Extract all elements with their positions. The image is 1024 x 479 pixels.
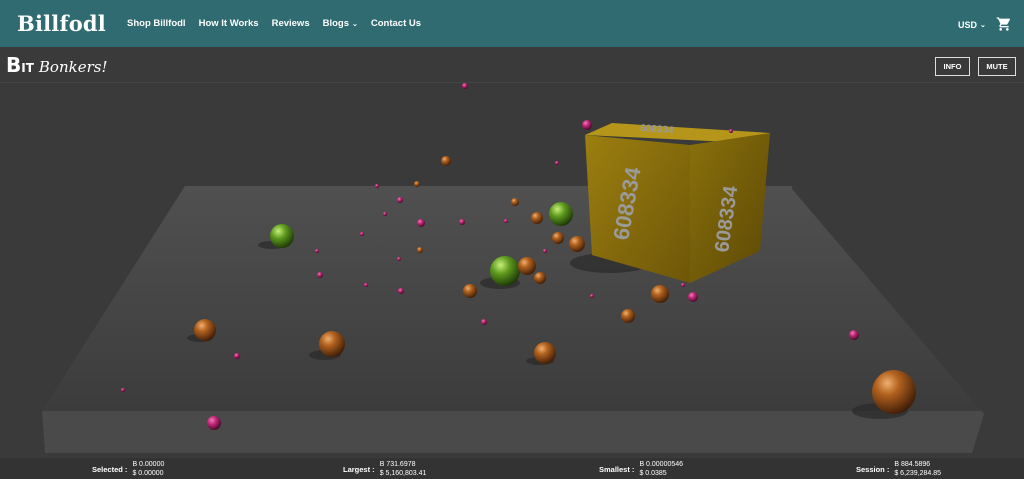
green-ball: [490, 256, 520, 286]
stat-label: Selected :: [92, 464, 128, 474]
magenta-ball: [543, 249, 547, 253]
magenta-ball: [375, 184, 379, 188]
bronze-ball: [441, 156, 451, 166]
magenta-ball: [582, 120, 592, 130]
bronze-ball: [531, 212, 543, 224]
magenta-ball: [397, 257, 401, 261]
billfodl-logo[interactable]: Billfodl: [17, 11, 106, 36]
floor-front: [42, 411, 985, 453]
magenta-ball: [317, 272, 323, 278]
magenta-ball: [462, 83, 468, 89]
bronze-ball: [621, 309, 635, 323]
stat-label: Largest :: [343, 464, 375, 474]
mute-button[interactable]: MUTE: [978, 57, 1016, 76]
stat-session: Session : B 884.5896 $ 6,239,284.85: [856, 460, 941, 478]
magenta-ball: [459, 219, 465, 225]
game-canvas[interactable]: 608334 608334 608334: [0, 83, 1024, 458]
stat-btc: B 731.6978: [379, 461, 416, 468]
stat-smallest: Smallest : B 0.00000546 $ 0.0385: [599, 460, 683, 478]
nav-contact-us[interactable]: Contact Us: [371, 18, 421, 29]
shopping-cart-icon[interactable]: [996, 16, 1012, 32]
btc-cube[interactable]: 608334 608334 608334: [585, 123, 770, 283]
nav-blogs[interactable]: Blogs ⌄: [323, 18, 358, 29]
nav-label: Blogs: [322, 18, 349, 29]
bitcoin-b-icon: B: [6, 53, 22, 77]
cube-label-top: 608334: [640, 123, 674, 136]
stat-btc: B 0.00000: [132, 461, 165, 468]
info-button[interactable]: INFO: [935, 57, 970, 76]
stat-label: Session :: [856, 464, 890, 474]
nav-label: Shop Billfodl: [127, 18, 186, 29]
game-toolbar: B IT Bonkers! INFO MUTE: [0, 47, 1024, 83]
stats-bar: Selected : B 0.00000 $ 0.00000 Largest :…: [0, 458, 1024, 479]
nav-reviews[interactable]: Reviews: [272, 18, 310, 29]
green-ball: [270, 224, 294, 248]
magenta-ball: [383, 212, 387, 216]
chevron-down-icon: ⌄: [352, 20, 358, 28]
bronze-ball: [872, 370, 916, 414]
magenta-ball: [315, 249, 319, 253]
stat-usd: $ 6,239,284.85: [894, 470, 942, 477]
bronze-ball: [552, 232, 564, 244]
stat-largest: Largest : B 731.6978 $ 5,160,803.41: [343, 460, 426, 478]
nav-label: Reviews: [271, 18, 310, 29]
magenta-ball: [398, 288, 404, 294]
stat-usd: $ 0.0385: [639, 470, 667, 477]
magenta-ball: [849, 330, 859, 340]
stat-btc: B 0.00000546: [639, 461, 684, 468]
bronze-ball: [417, 247, 423, 253]
magenta-ball: [504, 219, 508, 223]
logo-it: IT: [21, 61, 34, 75]
logo-bonkers: Bonkers!: [38, 58, 108, 76]
bronze-ball: [319, 331, 345, 357]
green-ball: [549, 202, 573, 226]
bronze-ball: [534, 342, 556, 364]
bronze-ball: [651, 285, 669, 303]
magenta-ball: [207, 416, 221, 430]
site-header: Billfodl Shop Billfodl How It Works Revi…: [0, 0, 1024, 47]
magenta-ball: [555, 161, 559, 165]
main-nav: Shop Billfodl How It Works Reviews Blogs…: [127, 0, 434, 47]
chevron-down-icon: ⌄: [980, 22, 986, 29]
stat-btc: B 884.5896: [894, 461, 931, 468]
magenta-ball: [590, 294, 594, 298]
magenta-ball: [417, 219, 425, 227]
bronze-ball: [518, 257, 536, 275]
bronze-ball: [534, 272, 546, 284]
stat-usd: $ 0.00000: [132, 470, 164, 477]
nav-how-it-works[interactable]: How It Works: [199, 18, 259, 29]
bronze-ball: [194, 319, 216, 341]
stat-selected: Selected : B 0.00000 $ 0.00000: [92, 460, 164, 478]
floor-top: [42, 186, 985, 411]
currency-label: USD: [958, 20, 978, 30]
bit-bonkers-logo: B IT Bonkers!: [6, 53, 107, 77]
nav-label: Contact Us: [370, 18, 422, 29]
magenta-ball: [681, 283, 685, 287]
nav-shop-billfodl[interactable]: Shop Billfodl: [127, 18, 186, 29]
magenta-ball: [688, 292, 698, 302]
bronze-ball: [511, 198, 519, 206]
magenta-ball: [364, 283, 368, 287]
magenta-ball: [360, 232, 364, 236]
currency-selector[interactable]: USD ⌄: [958, 20, 986, 30]
magenta-ball: [729, 129, 733, 133]
bronze-ball: [463, 284, 477, 298]
magenta-ball: [234, 353, 240, 359]
bronze-ball: [414, 181, 420, 187]
stat-usd: $ 5,160,803.41: [379, 470, 427, 477]
magenta-ball: [397, 197, 403, 203]
bronze-ball: [569, 236, 585, 252]
magenta-ball: [121, 388, 125, 392]
nav-label: How It Works: [198, 18, 259, 29]
stat-label: Smallest :: [599, 464, 635, 474]
magenta-ball: [481, 319, 487, 325]
